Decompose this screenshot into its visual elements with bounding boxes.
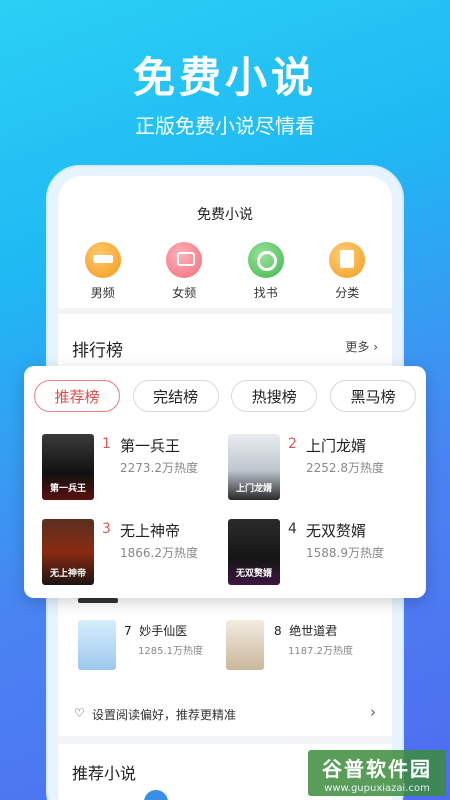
book-cover: 无上神帝 [42, 519, 94, 585]
book-cover: 无双赘婿 [228, 519, 280, 585]
tab-hot-search[interactable]: 热搜榜 [231, 380, 318, 412]
book-heat: 2273.2万热度 [120, 461, 198, 475]
male-category-icon [84, 242, 121, 278]
rank-book-4[interactable]: 无双赘婿 4 无双赘婿 1588.9万热度 [228, 519, 418, 587]
cover-title: 无双赘婿 [235, 569, 272, 579]
app-header: 免费小说 男频 女频 找书 分类 [58, 176, 392, 308]
category-label: 找书 [253, 286, 278, 300]
more-label: 更多 [345, 340, 370, 354]
book-heat: 1866.2万热度 [120, 546, 198, 560]
book-heat: 2252.8万热度 [306, 461, 384, 475]
rank-list-item[interactable]: 8 绝世道君 1187.2万热度 [226, 620, 376, 676]
book-rank: 2 [288, 436, 297, 452]
watermark-url: www.gupuxiazai.com [324, 783, 430, 794]
book-heat: 1285.1万热度 [138, 646, 203, 657]
watermark: 谷普软件园 www.gupuxiazai.com [308, 750, 446, 796]
book-name: 妙手仙医 [139, 624, 188, 638]
preference-text: 设置阅读偏好，推荐更精准 [92, 708, 237, 722]
category-find-book[interactable]: 找书 [236, 242, 296, 301]
book-title: 7 妙手仙医 [124, 622, 187, 639]
rank-book-1[interactable]: 第一兵王 1 第一兵王 2273.2万热度 [42, 434, 232, 502]
rank-book-3[interactable]: 无上神帝 3 无上神帝 1866.2万热度 [42, 519, 232, 587]
cover-title: 上门龙婿 [235, 484, 272, 494]
ranking-more-link[interactable]: 更多 › [345, 338, 378, 355]
chevron-right-icon: › [370, 703, 376, 721]
tab-finished[interactable]: 完结榜 [132, 380, 219, 412]
book-name: 第一兵王 [120, 437, 181, 455]
book-cover [226, 620, 264, 670]
rank-list-item[interactable]: 7 妙手仙医 1285.1万热度 [78, 620, 228, 676]
book-name: 无上神帝 [120, 522, 181, 540]
category-label: 分类 [335, 286, 360, 300]
recommend-title: 推荐小说 [72, 764, 137, 783]
hero-subtitle: 正版免费小说尽情看 [135, 114, 315, 138]
book-rank: 1 [102, 436, 111, 452]
female-category-icon [166, 242, 203, 278]
cover-edge [78, 598, 118, 603]
book-name: 绝世道君 [289, 624, 338, 638]
book-name: 无双赘婿 [306, 522, 367, 540]
book-cover [78, 620, 116, 670]
ranking-header: 排行榜 更多 › [72, 336, 378, 361]
book-icon [144, 790, 168, 800]
app-title: 免费小说 [197, 207, 253, 223]
search-book-icon [247, 242, 284, 278]
category-books-icon [329, 242, 366, 278]
hero-title: 免费小说 [132, 53, 317, 102]
book-heat: 1588.9万热度 [306, 546, 384, 560]
category-bar: 男频 女频 找书 分类 [58, 242, 392, 301]
category-label: 女频 [172, 286, 197, 300]
book-title: 8 绝世道君 [274, 622, 337, 639]
heart-icon: ♡ [74, 706, 85, 720]
book-name: 上门龙婿 [306, 437, 367, 455]
book-rank: 4 [288, 521, 297, 537]
category-male[interactable]: 男频 [73, 242, 133, 301]
tab-recommend[interactable]: 推荐榜 [34, 380, 120, 412]
ranking-tabs: 推荐榜 完结榜 热搜榜 黑马榜 [34, 380, 416, 412]
cover-title: 无上神帝 [49, 569, 86, 579]
book-cover: 上门龙婿 [228, 434, 280, 500]
tab-dark-horse[interactable]: 黑马榜 [329, 380, 416, 412]
book-cover: 第一兵王 [42, 434, 94, 500]
book-rank: 3 [102, 521, 111, 537]
book-rank: 7 [124, 624, 132, 638]
watermark-title: 谷普软件园 [322, 757, 432, 781]
ranking-popup: 推荐榜 完结榜 热搜榜 黑马榜 第一兵王 1 第一兵王 2273.2万热度 上门… [24, 366, 426, 598]
book-rank: 8 [274, 624, 282, 638]
preference-bar[interactable]: ♡ 设置阅读偏好，推荐更精准 › [58, 694, 392, 736]
ranking-title: 排行榜 [72, 341, 123, 361]
book-heat: 1187.2万热度 [288, 646, 353, 657]
category-label: 男频 [90, 286, 115, 300]
rank-book-2[interactable]: 上门龙婿 2 上门龙婿 2252.8万热度 [228, 434, 418, 502]
category-female[interactable]: 女频 [154, 242, 214, 301]
category-classify[interactable]: 分类 [317, 242, 377, 301]
cover-title: 第一兵王 [49, 484, 86, 494]
